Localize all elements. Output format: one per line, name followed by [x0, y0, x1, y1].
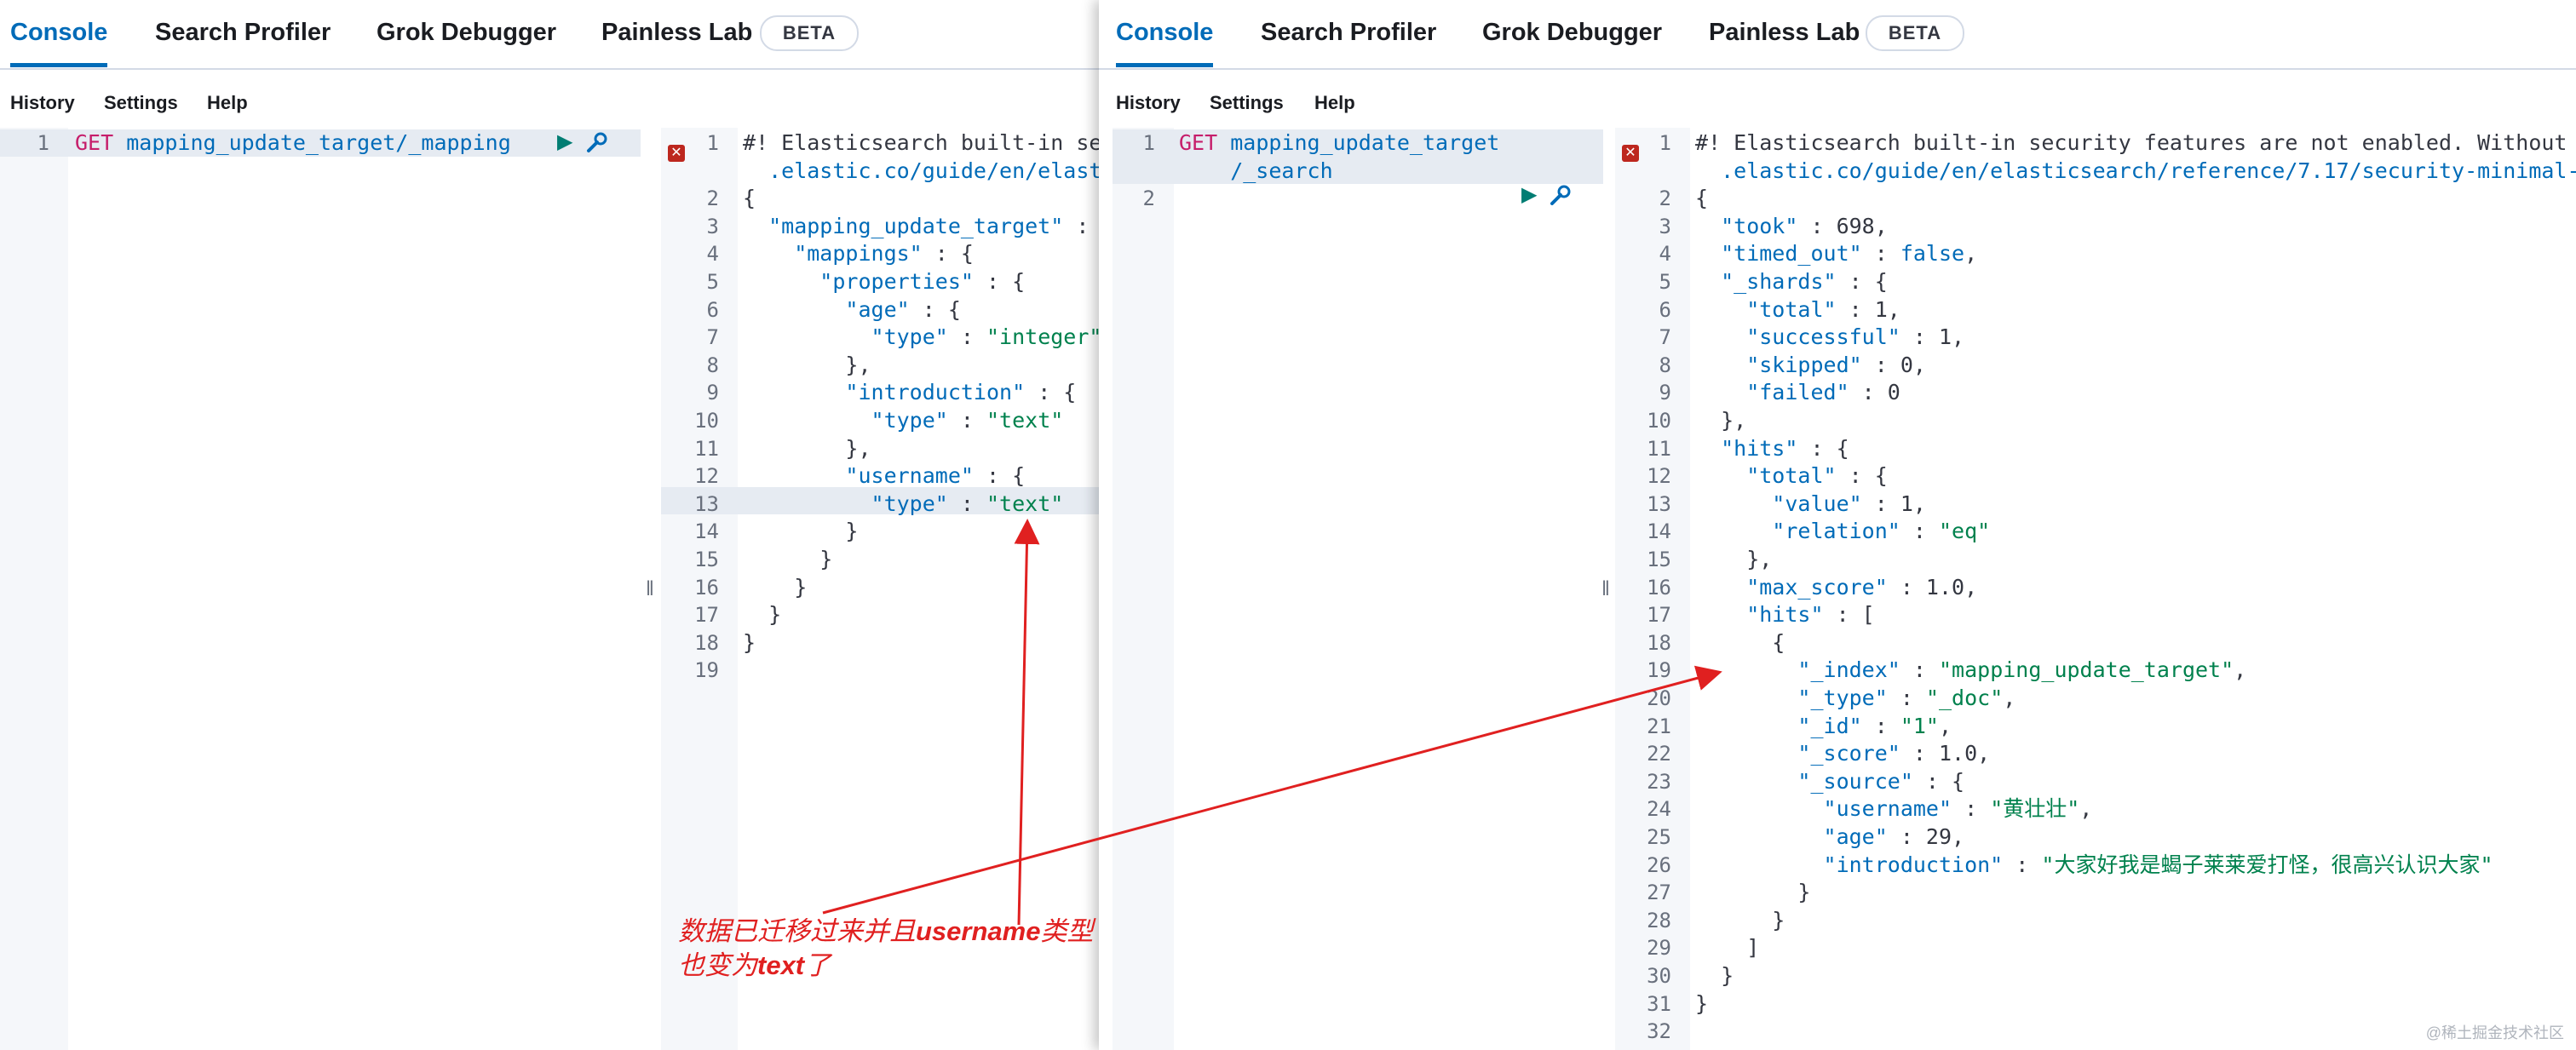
annotation-text: 数据已迁移过来并且username类型 也变为text了 — [678, 916, 1094, 980]
arrow-to-text-type — [1014, 519, 1040, 926]
annotation-arrows — [822, 519, 1722, 926]
arrow-to-search-hit — [822, 665, 1722, 915]
